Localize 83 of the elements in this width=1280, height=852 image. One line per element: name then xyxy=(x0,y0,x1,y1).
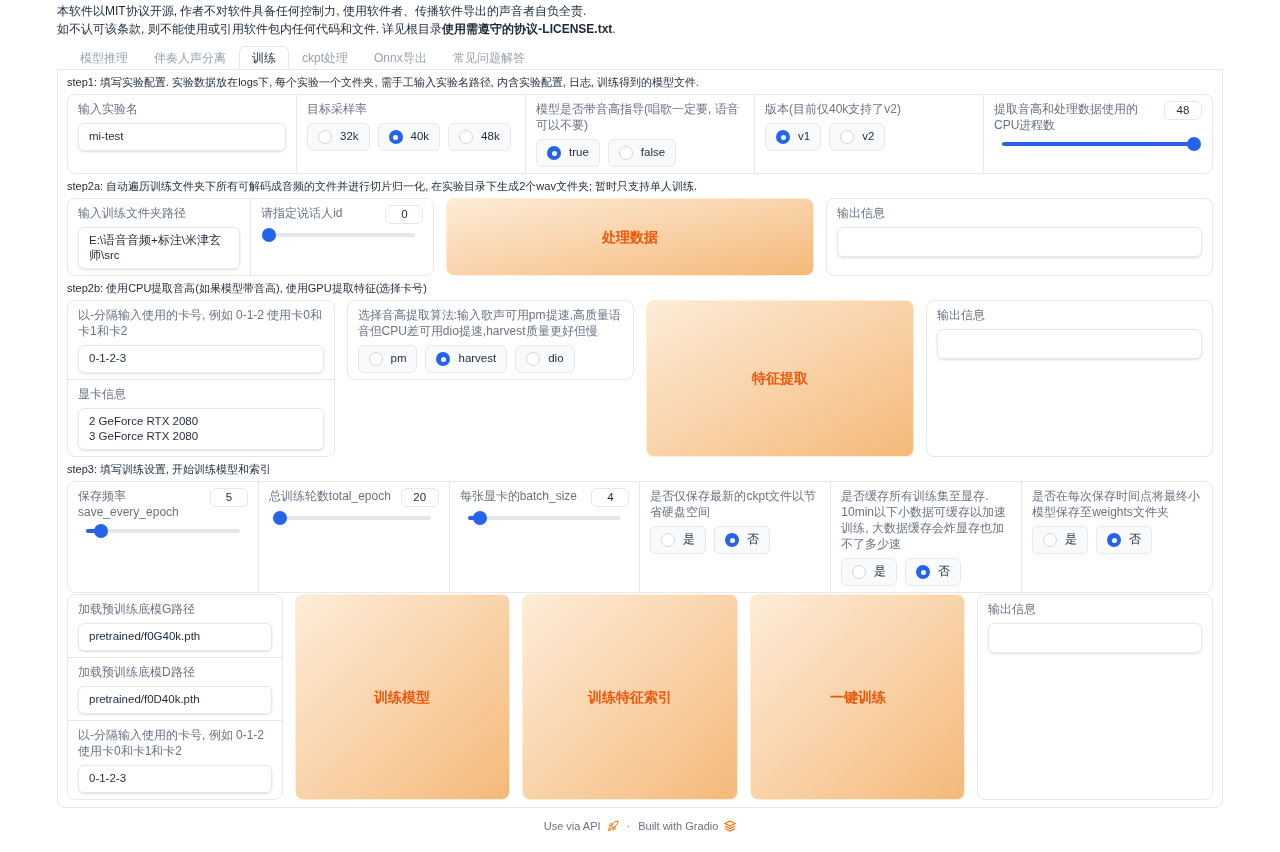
radio-option[interactable]: 是 xyxy=(841,558,898,586)
field-label: 显卡信息 xyxy=(78,386,127,402)
radio-option[interactable]: v2 xyxy=(829,123,886,151)
radio-icon xyxy=(318,130,332,144)
field-label: 目标采样率 xyxy=(307,101,368,117)
field-label: 输出信息 xyxy=(836,205,886,221)
radio-option[interactable]: 否 xyxy=(714,526,771,554)
slider-thumb[interactable] xyxy=(1187,137,1201,151)
field-label: 总训练轮数total_epoch xyxy=(268,488,391,504)
notice-text: 本软件以MIT协议开源, 作者不对软件具备任何控制力, 使用软件者、传播软件导出的声音者自负全责. xyxy=(57,3,588,20)
slider-thumb[interactable] xyxy=(262,228,277,242)
radio-option[interactable]: dio xyxy=(515,345,575,373)
radio-icon xyxy=(776,130,790,144)
radio-icon xyxy=(1043,533,1058,547)
slider-thumb[interactable] xyxy=(472,511,487,525)
text-input[interactable]: mi-test xyxy=(78,123,286,151)
radio-option[interactable]: 是 xyxy=(650,526,707,554)
tab[interactable]: 训练 xyxy=(239,46,289,69)
field-label: 请指定说话人id xyxy=(261,205,343,221)
radio-option[interactable]: v1 xyxy=(765,123,822,151)
radio-option[interactable]: 32k xyxy=(307,123,370,151)
step-title: step3: 填写训练设置, 开始训练模型和索引 xyxy=(67,462,273,477)
radio-icon xyxy=(459,130,474,144)
number-input[interactable]: 4 xyxy=(591,488,630,507)
notice-text: 如不认可该条款, 则不能使用或引用软件包内任何代码和文件. 详见根目录使用需遵守的协议-LICENSE.txt. xyxy=(57,21,617,38)
radio-icon xyxy=(526,352,541,366)
field-label: 是否在每次保存时间点将最终小模型保存至weights文件夹 xyxy=(1032,488,1202,520)
field-label: 输出信息 xyxy=(936,307,986,323)
step-title: step2b: 使用CPU提取音高(如果模型带音高), 使用GPU提取特征(选择卡号) xyxy=(67,281,428,296)
step-title: step1: 填写实验配置. 实验数据放在logs下, 每个实验一个文件夹, 需手工输入实验名路径, 内含实验配置, 日志, 训练得到的模型文件. xyxy=(67,75,700,90)
text-input[interactable]: pretrained/f0G40k.pth xyxy=(78,623,272,651)
radio-icon xyxy=(661,533,676,547)
number-input[interactable]: 48 xyxy=(1164,101,1202,120)
field-label: 是否仅保存最新的ckpt文件以节省硬盘空间 xyxy=(650,488,818,520)
radio-option[interactable]: 是 xyxy=(1032,526,1089,554)
number-input[interactable]: 20 xyxy=(400,488,439,507)
radio-option[interactable]: false xyxy=(607,139,677,167)
radio-option[interactable]: 48k xyxy=(448,123,511,151)
separator: · xyxy=(626,819,631,834)
field-label: 版本(目前仅40k支持了v2) xyxy=(765,101,902,117)
radio-icon xyxy=(368,352,383,366)
slider-thumb[interactable] xyxy=(272,511,287,525)
radio-option[interactable]: 否 xyxy=(905,558,962,586)
radio-icon xyxy=(436,352,451,366)
layers-logo-icon xyxy=(724,820,737,833)
field-label: 以-分隔输入使用的卡号, 例如 0-1-2 使用卡0和卡1和卡2 xyxy=(78,307,324,339)
radio-option[interactable]: pm xyxy=(357,345,418,373)
field-label: 以-分隔输入使用的卡号, 例如 0-1-2 使用卡0和卡1和卡2 xyxy=(78,727,265,759)
radio-icon xyxy=(916,565,931,579)
radio-icon xyxy=(840,130,855,144)
field-label: 加载预训练底模D路径 xyxy=(78,664,196,680)
text-input[interactable]: 0-1-2-3 xyxy=(78,345,324,373)
step-title: step2a: 自动遍历训练文件夹下所有可解码成音频的文件并进行切片归一化, 在实验目录下生成2个wav文件夹; 暂时只支持单人训练. xyxy=(67,179,699,194)
text-input[interactable]: 0-1-2-3 xyxy=(78,765,272,793)
rocket-icon xyxy=(606,820,619,833)
field-label: 是否缓存所有训练集至显存. 10min以下小数据可缓存以加速训练, 大数据缓存会炸显存也加不了多少速 xyxy=(841,488,1007,552)
radio-icon xyxy=(547,146,561,160)
radio-option[interactable]: 40k xyxy=(377,123,441,151)
radio-option[interactable]: harvest xyxy=(425,345,508,373)
radio-option[interactable]: true xyxy=(536,139,600,167)
field-label: 模型是否带音高指导(唱歌一定要, 语音可以不要) xyxy=(536,101,740,133)
radio-icon xyxy=(618,146,633,160)
api-link[interactable]: Use via API xyxy=(543,818,619,835)
text-input[interactable]: 2 GeForce RTX 2080 3 GeForce RTX 2080 xyxy=(78,408,324,450)
field-label: 保存频率save_every_epoch xyxy=(78,488,180,520)
radio-option[interactable]: 否 xyxy=(1096,526,1153,554)
field-label: 选择音高提取算法:输入歌声可用pm提速,高质量语音但CPU差可用dio提速,harvest质量更好但慢 xyxy=(357,307,622,339)
field-label: 加载预训练底模G路径 xyxy=(78,601,197,617)
field-label: 每张显卡的batch_size xyxy=(459,488,578,504)
field-label: 输出信息 xyxy=(988,601,1038,617)
radio-icon xyxy=(852,565,867,579)
field-label: 输入实验名 xyxy=(78,101,139,117)
radio-icon xyxy=(1107,533,1122,547)
text-input[interactable]: pretrained/f0D40k.pth xyxy=(78,686,272,714)
number-input[interactable]: 0 xyxy=(385,205,424,224)
slider-thumb[interactable] xyxy=(94,524,109,538)
gradio-link[interactable]: Built with Gradio xyxy=(638,818,737,835)
radio-icon xyxy=(725,533,740,547)
radio-icon xyxy=(388,130,403,144)
text-input[interactable]: E:\语音音频+标注\米津玄师\src xyxy=(78,227,241,269)
field-label: 输入训练文件夹路径 xyxy=(78,205,187,221)
number-input[interactable]: 5 xyxy=(209,488,248,507)
field-label: 提取音高和处理数据使用的CPU进程数 xyxy=(994,101,1139,133)
